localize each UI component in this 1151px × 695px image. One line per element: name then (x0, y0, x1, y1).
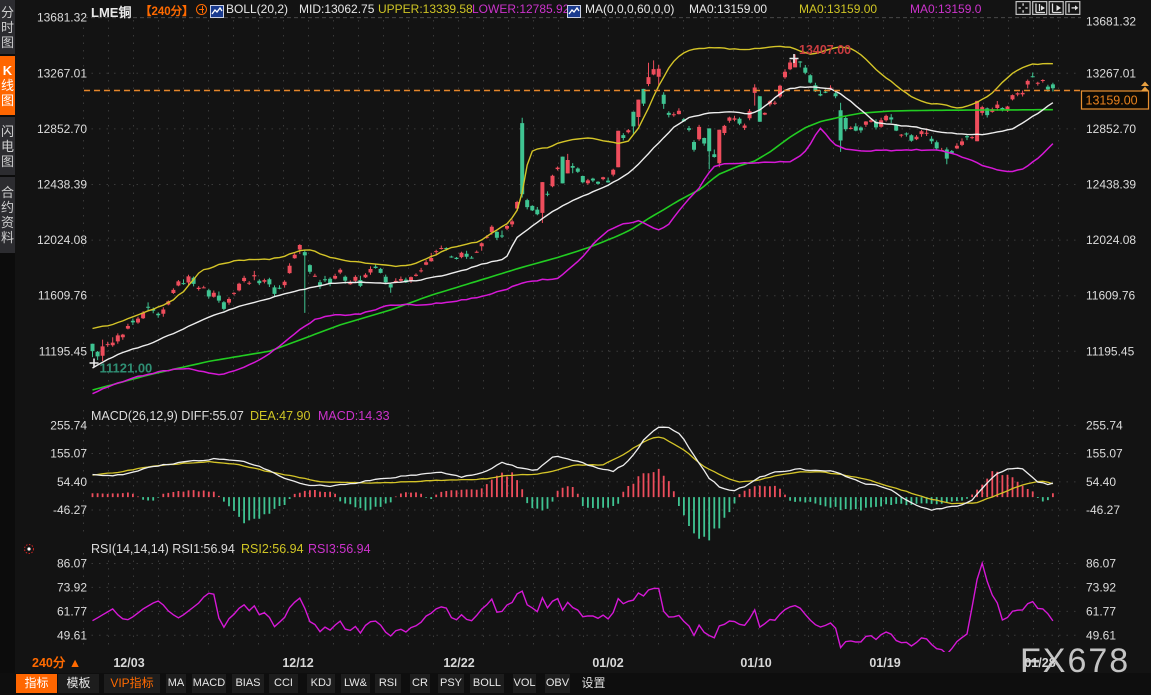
svg-text:155.07: 155.07 (1086, 447, 1123, 461)
svg-text:RSI(14,14,14) RSI1:56.94: RSI(14,14,14) RSI1:56.94 (91, 542, 235, 556)
svg-text:11121.00: 11121.00 (100, 361, 153, 376)
svg-text:61.77: 61.77 (1086, 604, 1116, 618)
svg-text:01/02: 01/02 (592, 656, 623, 670)
svg-text:01/10: 01/10 (740, 656, 771, 670)
svg-text:12024.08: 12024.08 (1086, 233, 1136, 247)
svg-text:73.92: 73.92 (57, 580, 87, 594)
svg-text:RSI2:56.94: RSI2:56.94 (241, 542, 304, 556)
svg-text:49.61: 49.61 (57, 628, 87, 642)
svg-text:MACD:14.33: MACD:14.33 (318, 409, 390, 423)
svg-text:255.74: 255.74 (1086, 418, 1123, 432)
svg-text:13407.00: 13407.00 (799, 43, 851, 57)
svg-text:61.77: 61.77 (57, 604, 87, 618)
svg-text:240分 ▲: 240分 ▲ (32, 655, 81, 670)
svg-text:13267.01: 13267.01 (37, 66, 87, 80)
svg-text:11609.76: 11609.76 (38, 289, 87, 303)
svg-text:12438.39: 12438.39 (37, 178, 87, 192)
svg-text:RSI3:56.94: RSI3:56.94 (308, 542, 371, 556)
svg-text:DEA:47.90: DEA:47.90 (250, 409, 311, 423)
svg-text:01/19: 01/19 (869, 656, 900, 670)
svg-text:-46.27: -46.27 (53, 503, 87, 517)
svg-text:12852.70: 12852.70 (1086, 122, 1136, 136)
svg-text:12852.70: 12852.70 (37, 122, 87, 136)
svg-text:54.40: 54.40 (57, 475, 87, 489)
svg-text:54.40: 54.40 (1086, 475, 1116, 489)
svg-text:11609.76: 11609.76 (1086, 289, 1135, 303)
svg-text:12/03: 12/03 (113, 656, 144, 670)
svg-text:13681.32: 13681.32 (37, 11, 87, 25)
svg-text:MACD(26,12,9) DIFF:55.07: MACD(26,12,9) DIFF:55.07 (91, 409, 244, 423)
svg-text:11195.45: 11195.45 (39, 344, 88, 358)
svg-text:12024.08: 12024.08 (37, 233, 87, 247)
svg-text:86.07: 86.07 (1086, 557, 1116, 571)
svg-text:73.92: 73.92 (1086, 580, 1116, 594)
svg-text:13159.00: 13159.00 (1086, 94, 1138, 108)
svg-text:255.74: 255.74 (50, 418, 87, 432)
svg-text:11195.45: 11195.45 (1086, 344, 1135, 358)
svg-text:155.07: 155.07 (50, 447, 87, 461)
svg-text:86.07: 86.07 (57, 557, 87, 571)
svg-text:13267.01: 13267.01 (1086, 66, 1136, 80)
svg-text:12/12: 12/12 (282, 656, 313, 670)
svg-text:49.61: 49.61 (1086, 628, 1116, 642)
svg-text:12/22: 12/22 (443, 656, 474, 670)
svg-text:-46.27: -46.27 (1086, 503, 1120, 517)
svg-text:12438.39: 12438.39 (1086, 178, 1136, 192)
